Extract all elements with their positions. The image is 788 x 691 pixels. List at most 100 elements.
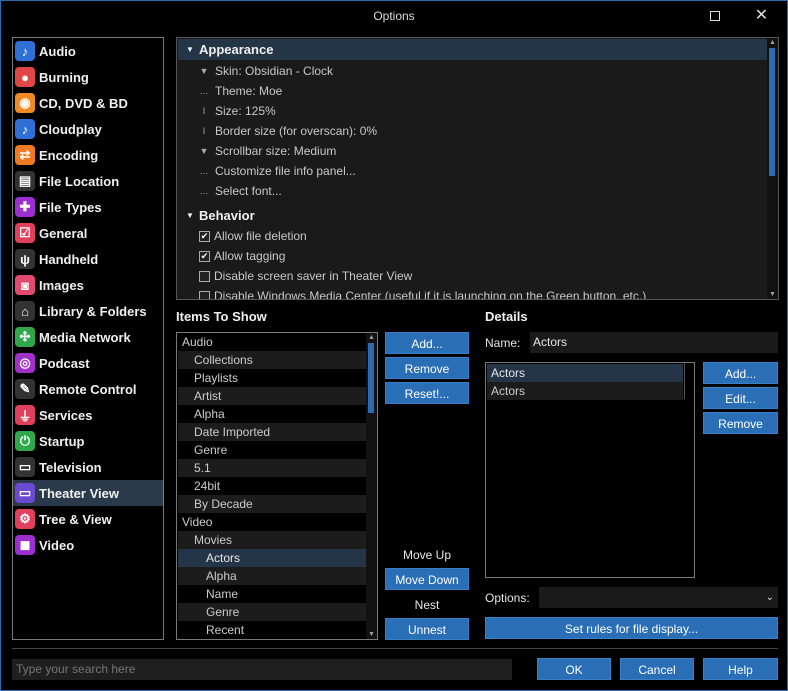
list-item[interactable]: Actors xyxy=(178,549,366,567)
items-add-button[interactable]: Add... xyxy=(385,332,469,354)
list-item[interactable]: Video xyxy=(178,513,366,531)
sidebar-item-podcast[interactable]: ◎ Podcast xyxy=(13,350,163,376)
list-item[interactable]: Collections xyxy=(178,351,366,369)
ellipsis-icon: … xyxy=(199,166,209,176)
ellipsis-icon: … xyxy=(199,86,209,96)
behavior-setting-row[interactable]: Disable screen saver in Theater View xyxy=(197,266,412,286)
cancel-button[interactable]: Cancel xyxy=(620,658,694,680)
sidebar-item-startup[interactable]: ⏻ Startup xyxy=(13,428,163,454)
sidebar-item-media-network[interactable]: ✣ Media Network xyxy=(13,324,163,350)
appearance-setting-row[interactable]: … Theme: Moe xyxy=(197,81,283,101)
items-to-show-heading: Items To Show xyxy=(176,309,267,324)
appearance-setting-row[interactable]: ▼ Skin: Obsidian - Clock xyxy=(197,61,334,81)
items-scrollbar[interactable]: ▲ ▼ xyxy=(366,333,377,639)
sidebar-item-tree-view[interactable]: ⚙ Tree & View xyxy=(13,506,163,532)
behavior-setting-row[interactable]: ✔ Allow file deletion xyxy=(197,226,307,246)
sidebar-item-burning[interactable]: ● Burning xyxy=(13,64,163,90)
sidebar-item-video[interactable]: ◼ Video xyxy=(13,532,163,558)
tree-section-behavior[interactable]: ▼ Behavior xyxy=(178,205,768,226)
search-input[interactable] xyxy=(12,659,512,680)
setting-label: Border size (for overscan): 0% xyxy=(215,124,378,138)
sidebar-item-label: File Types xyxy=(39,199,102,215)
options-label: Options: xyxy=(485,591,530,605)
set-rules-button[interactable]: Set rules for file display... xyxy=(485,617,778,639)
dropdown-arrow-icon: ▼ xyxy=(199,66,209,76)
scrollbar-thumb[interactable] xyxy=(368,343,374,413)
name-input[interactable]: Actors xyxy=(530,332,778,353)
scrollbar-thumb[interactable] xyxy=(769,48,775,176)
tree-scrollbar[interactable]: ▲ ▼ xyxy=(767,38,778,299)
tree-section-appearance[interactable]: ▼ Appearance xyxy=(178,39,768,60)
scroll-down-icon[interactable]: ▼ xyxy=(366,630,377,639)
unnest-button[interactable]: Unnest xyxy=(385,618,469,640)
options-dropdown[interactable]: ⌄ xyxy=(539,587,778,608)
details-list-item[interactable]: Actors xyxy=(487,382,683,400)
list-item[interactable]: Alpha xyxy=(178,567,366,585)
sidebar-item-file-location[interactable]: ▤ File Location xyxy=(13,168,163,194)
scroll-up-icon[interactable]: ▲ xyxy=(366,333,377,342)
checkbox[interactable] xyxy=(199,290,210,299)
sidebar-item-remote-control[interactable]: ✎ Remote Control xyxy=(13,376,163,402)
ok-button[interactable]: OK xyxy=(537,658,611,680)
appearance-setting-row[interactable]: I Border size (for overscan): 0% xyxy=(197,121,377,141)
list-item[interactable]: 5.1 xyxy=(178,459,366,477)
checkbox[interactable]: ✔ xyxy=(199,230,210,242)
film-camera-icon: ◼ xyxy=(15,535,35,555)
behavior-setting-row[interactable]: Disable Windows Media Center (useful if … xyxy=(197,286,646,299)
items-reset-button[interactable]: Reset!... xyxy=(385,382,469,404)
checkbox[interactable]: ✔ xyxy=(199,250,210,262)
move-down-button[interactable]: Move Down xyxy=(385,568,469,590)
behavior-setting-row[interactable]: ✔ Allow tagging xyxy=(197,246,285,266)
chevron-down-icon[interactable]: ⌄ xyxy=(766,587,774,608)
sidebar-item-general[interactable]: ☑ General xyxy=(13,220,163,246)
appearance-setting-row[interactable]: … Customize file info panel... xyxy=(197,161,356,181)
sidebar-item-label: Images xyxy=(39,277,84,293)
sidebar-item-television[interactable]: ▭ Television xyxy=(13,454,163,480)
setting-label: Select font... xyxy=(215,184,282,198)
list-item[interactable]: Recent xyxy=(178,621,366,639)
scroll-up-icon[interactable]: ▲ xyxy=(767,38,778,47)
collapse-arrow-icon[interactable]: ▼ xyxy=(183,45,197,54)
list-item[interactable]: Alpha xyxy=(178,405,366,423)
list-item[interactable]: Genre xyxy=(178,603,366,621)
sidebar-item-theater-view[interactable]: ▭ Theater View xyxy=(13,480,163,506)
sidebar-item-handheld[interactable]: ψ Handheld xyxy=(13,246,163,272)
list-item[interactable]: Audio xyxy=(178,333,366,351)
list-item[interactable]: 24bit xyxy=(178,477,366,495)
help-button[interactable]: Help xyxy=(703,658,778,680)
list-item[interactable]: Artist xyxy=(178,387,366,405)
sidebar-item-services[interactable]: ⏚ Services xyxy=(13,402,163,428)
list-item[interactable]: Date Imported xyxy=(178,423,366,441)
sidebar-item-label: Audio xyxy=(39,43,76,59)
list-item[interactable]: Movies xyxy=(178,531,366,549)
power-icon: ⏻ xyxy=(15,431,35,451)
list-item[interactable]: By Decade xyxy=(178,495,366,513)
sidebar-item-audio[interactable]: ♪ Audio xyxy=(13,38,163,64)
disc-icon: ◉ xyxy=(15,93,35,113)
appearance-setting-row[interactable]: … Select font... xyxy=(197,181,282,201)
details-edit-button[interactable]: Edit... xyxy=(703,387,778,409)
details-list-item[interactable]: Actors xyxy=(487,364,683,382)
checkbox[interactable] xyxy=(199,270,210,282)
sidebar-item-encoding[interactable]: ⇄ Encoding xyxy=(13,142,163,168)
appearance-setting-row[interactable]: I Size: 125% xyxy=(197,101,276,121)
list-item[interactable]: Name xyxy=(178,585,366,603)
details-remove-button[interactable]: Remove xyxy=(703,412,778,434)
details-add-button[interactable]: Add... xyxy=(703,362,778,384)
sidebar-item-file-types[interactable]: ✚ File Types xyxy=(13,194,163,220)
sidebar-item-library-folders[interactable]: ⌂ Library & Folders xyxy=(13,298,163,324)
appearance-setting-row[interactable]: ▼ Scrollbar size: Medium xyxy=(197,141,337,161)
items-remove-button[interactable]: Remove xyxy=(385,357,469,379)
list-item[interactable]: Genre xyxy=(178,441,366,459)
sidebar-item-images[interactable]: ◙ Images xyxy=(13,272,163,298)
sidebar-item-cloudplay[interactable]: ♪ Cloudplay xyxy=(13,116,163,142)
sidebar-item-label: Media Network xyxy=(39,329,131,345)
maximize-icon[interactable] xyxy=(710,11,720,21)
nest-button[interactable]: Nest xyxy=(385,593,469,615)
move-up-button[interactable]: Move Up xyxy=(385,543,469,565)
list-item[interactable]: Playlists xyxy=(178,369,366,387)
collapse-arrow-icon[interactable]: ▼ xyxy=(183,211,197,220)
close-icon[interactable]: ✕ xyxy=(739,1,784,31)
scroll-down-icon[interactable]: ▼ xyxy=(767,290,778,299)
sidebar-item-cd-dvd-bd[interactable]: ◉ CD, DVD & BD xyxy=(13,90,163,116)
